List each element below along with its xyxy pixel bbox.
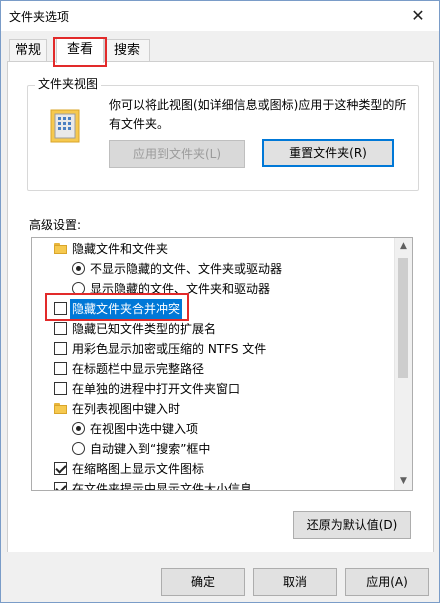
scroll-up-icon[interactable]: ▲ [395,238,412,255]
advanced-settings-label: 高级设置: [29,218,82,232]
ok-button[interactable]: 确定 [161,568,245,596]
close-icon[interactable]: ✕ [403,4,433,28]
apply-to-folders-button[interactable]: 应用到文件夹(L) [109,140,245,168]
checkbox[interactable] [54,382,67,395]
list-item-label: 隐藏文件和文件夹 [72,242,169,256]
list-item-label: 在列表视图中键入时 [72,402,181,416]
checkbox[interactable] [54,342,67,355]
list-item-label: 用彩色显示加密或压缩的 NTFS 文件 [72,342,267,356]
list-item-label: 显示隐藏的文件、文件夹和驱动器 [90,282,271,296]
folder-view-title: 文件夹视图 [35,75,102,92]
checkbox[interactable] [54,362,67,375]
folder-icon [54,242,67,255]
list-item-label: 在文件夹提示中显示文件大小信息 [72,482,253,491]
folder-options-dialog: 文件夹选项 ✕ 常规 查看 搜索 文件夹视图 你可以将此视图(如详细信息或图标)… [0,0,440,603]
list-item-label: 在单独的进程中打开文件夹窗口 [72,382,241,396]
cancel-button[interactable]: 取消 [253,568,337,596]
list-item-label: 隐藏已知文件类型的扩展名 [72,322,217,336]
checkbox[interactable] [54,322,67,335]
folder-icon [54,402,67,415]
radio-button[interactable] [72,422,85,435]
reset-folders-button[interactable]: 重置文件夹(R) [262,139,394,167]
tab-view[interactable]: 查看 [56,37,104,63]
radio-button[interactable] [72,262,85,275]
list-item-label: 自动键入到“搜索”框中 [90,442,211,456]
folder-view-icon [50,109,80,143]
title-bar: 文件夹选项 ✕ [1,1,439,31]
window-title: 文件夹选项 [9,10,70,24]
tab-search[interactable]: 搜索 [104,39,150,62]
scroll-thumb[interactable] [398,258,408,378]
radio-button[interactable] [72,442,85,455]
tab-general[interactable]: 常规 [9,39,47,62]
list-item-label: 在标题栏中显示完整路径 [72,362,205,376]
checkbox[interactable] [54,302,67,315]
apply-button[interactable]: 应用(A) [345,568,429,596]
list-item-label: 隐藏文件夹合并冲突 [70,299,183,319]
list-item-label: 在视图中选中键入项 [90,422,199,436]
restore-defaults-button[interactable]: 还原为默认值(D) [293,511,411,539]
radio-button[interactable] [72,282,85,295]
list-item-label: 在缩略图上显示文件图标 [72,462,205,476]
checkbox[interactable] [54,482,67,490]
scroll-down-icon[interactable]: ▼ [395,473,412,490]
dialog-footer: 确定 取消 应用(A) [1,552,439,602]
vertical-scrollbar[interactable]: ▲ ▼ [394,238,412,490]
advanced-settings-list[interactable]: 隐藏文件和文件夹 不显示隐藏的文件、文件夹或驱动器 显示隐藏的文件、文件夹和驱动… [31,237,413,491]
checkbox[interactable] [54,462,67,475]
folder-view-description: 你可以将此视图(如详细信息或图标)应用于这种类型的所有文件夹。 [109,98,407,131]
list-item-label: 不显示隐藏的文件、文件夹或驱动器 [90,262,283,276]
